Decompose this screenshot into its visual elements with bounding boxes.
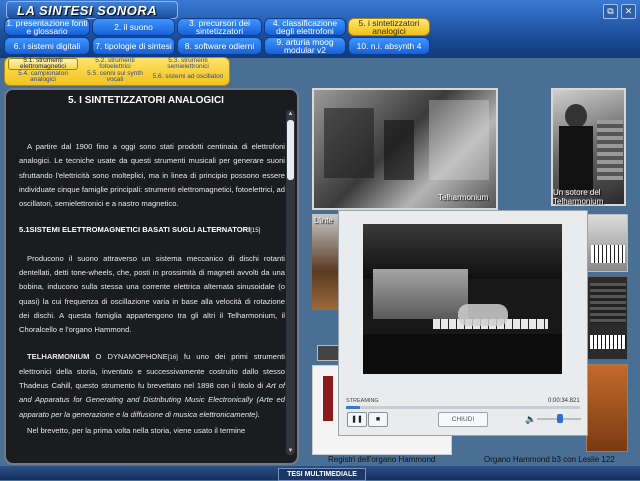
stop-button[interactable]: ■ bbox=[368, 412, 388, 427]
nav-presentazione[interactable]: 1. presentazione fonti e glossario bbox=[4, 18, 90, 36]
nav-absynth[interactable]: 10. n.i. absynth 4 bbox=[348, 37, 430, 55]
submenu-synth-vocali[interactable]: 5.5. cenni sui synth vocali bbox=[80, 70, 150, 83]
playback-progress[interactable] bbox=[346, 406, 580, 409]
close-window-icon[interactable]: ✕ bbox=[621, 4, 636, 19]
paragraph-brevetto: Nel brevetto, per la prima volta nella s… bbox=[27, 426, 246, 436]
section-heading: 5.1SISTEMI ELETTROMAGNETICI BASATI SUGLI… bbox=[19, 225, 261, 235]
telharmonium-photo bbox=[312, 88, 498, 210]
video-screen[interactable] bbox=[363, 224, 562, 374]
caption-organo: Organo Hammond b3 con Leslie 122 bbox=[484, 455, 615, 464]
volume-icon[interactable]: 🔈 bbox=[525, 414, 536, 425]
streaming-status: STREAMING bbox=[346, 398, 379, 404]
content-panel: 5. I SINTETIZZATORI ANALOGICI A partire … bbox=[4, 88, 299, 465]
scroll-down-icon[interactable]: ▼ bbox=[286, 447, 295, 455]
submenu-campionatori[interactable]: 5.4. campionatori analogici bbox=[8, 70, 78, 83]
caption-registri: Registri dell'organo Hammond bbox=[328, 455, 436, 464]
playback-time: 0:00:34.821 bbox=[548, 398, 580, 404]
video-player: STREAMING 0:00:34.821 ❚❚ ■ CHIUDI 🔈 bbox=[338, 210, 588, 436]
pause-button[interactable]: ❚❚ bbox=[347, 412, 367, 427]
content-body: A partire dal 1900 fino a oggi sono stat… bbox=[19, 140, 285, 450]
paragraph-intro: A partire dal 1900 fino a oggi sono stat… bbox=[19, 142, 285, 209]
content-scrollbar[interactable]: ▲ ▼ bbox=[286, 110, 295, 455]
submenu-oscillatori[interactable]: 5.6. sistemi ad oscillatori bbox=[152, 71, 224, 83]
submenu-elettromagnetici[interactable]: 5.1. strumenti elettromagnetici bbox=[8, 57, 78, 70]
content-title: 5. I SINTETIZZATORI ANALOGICI bbox=[68, 95, 224, 106]
nav-tipologie-sintesi[interactable]: 7. tipologie di sintesi bbox=[92, 37, 175, 55]
tesi-multimediale-label: TESI MULTIMEDIALE bbox=[278, 468, 366, 481]
nav-il-suono[interactable]: 2. il suono bbox=[92, 18, 175, 36]
nav-precursori[interactable]: 3. precursori dei sintetizzatori bbox=[177, 18, 262, 36]
nav-arturia-moog[interactable]: 9. arturia moog modular v2 bbox=[264, 37, 346, 55]
caption-inventor: Un sotore del Telharmonium bbox=[553, 188, 604, 206]
scroll-up-icon[interactable]: ▲ bbox=[286, 110, 295, 118]
scroll-thumb[interactable] bbox=[287, 120, 294, 180]
caption-telharmonium: Telharmonium bbox=[438, 193, 489, 202]
restore-window-icon[interactable]: ⧉ bbox=[603, 4, 618, 19]
nav-sistemi-digitali[interactable]: 6. i sistemi digitali bbox=[4, 37, 90, 55]
nav-classificazione[interactable]: 4. classificazione degli elettrofoni bbox=[264, 18, 346, 36]
paragraph-telharmonium: TELHARMONIUM O DYNAMOPHONE[16] fu uno de… bbox=[19, 351, 285, 419]
progress-fill bbox=[346, 406, 361, 409]
nav-sintetizzatori-analogici[interactable]: 5. i sintetizzatori analogici bbox=[348, 18, 430, 36]
close-video-button[interactable]: CHIUDI bbox=[438, 412, 488, 427]
paragraph-tonewheels: Producono il suono attraverso un sistema… bbox=[19, 253, 285, 335]
organ-photo bbox=[586, 364, 628, 452]
nav-software-odierni[interactable]: 8. software odierni bbox=[177, 37, 262, 55]
app-logo: LA SINTESI SONORA bbox=[6, 1, 178, 19]
synth-photo bbox=[586, 276, 628, 360]
submenu-semielettronici[interactable]: 5.3. strumenti semielettronici bbox=[152, 57, 224, 70]
caption-interior: L'inte bbox=[314, 216, 333, 225]
console-photo bbox=[586, 214, 628, 272]
volume-knob[interactable] bbox=[557, 414, 563, 423]
submenu-fotoelettrici[interactable]: 5.2. strumenti fotoelettrici bbox=[80, 57, 150, 70]
